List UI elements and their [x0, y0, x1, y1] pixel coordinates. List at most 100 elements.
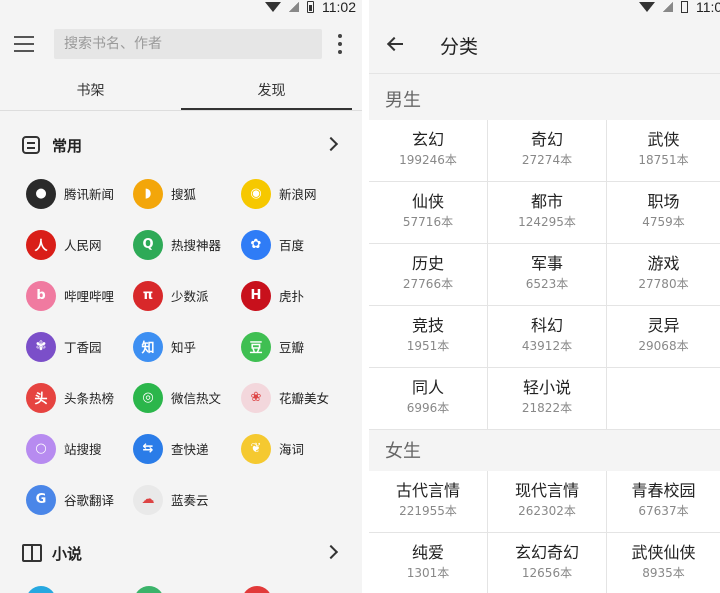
category-count: 57716本 — [402, 215, 454, 229]
category-cell[interactable]: 纯爱 1301本 — [369, 533, 488, 593]
category-name: 玄幻 — [411, 130, 444, 149]
signal-icon — [663, 2, 673, 12]
site-item[interactable]: ◗ 搜狐 — [107, 168, 215, 219]
category-name: 历史 — [411, 254, 444, 273]
category-count: 21822本 — [521, 401, 573, 415]
male-heading: 男生 — [385, 90, 421, 111]
site-item[interactable]: H 虎扑 — [215, 270, 322, 321]
signal-icon — [289, 2, 299, 12]
partial-logo-icon[interactable] — [26, 586, 56, 593]
category-count: 27274本 — [521, 153, 573, 167]
zhihu-icon: 知 — [133, 331, 163, 362]
section-novel[interactable]: 小说 — [0, 538, 362, 568]
category-cell[interactable]: 游戏 27780本 — [607, 244, 720, 305]
back-arrow-icon[interactable] — [387, 36, 403, 52]
google-translate-icon: G — [26, 484, 56, 515]
category-cell[interactable]: 仙侠 57716本 — [369, 182, 488, 243]
category-name: 奇幻 — [530, 130, 563, 149]
search-input[interactable] — [54, 29, 322, 59]
site-item[interactable]: 头头条热榜 — [0, 372, 114, 423]
category-count: 67637本 — [638, 504, 689, 518]
category-count: 1951本 — [406, 339, 450, 353]
status-bar: 11:02 — [265, 0, 356, 15]
category-cell[interactable]: 武侠仙侠 8935本 — [607, 533, 720, 593]
site-item[interactable]: π 少数派 — [107, 270, 215, 321]
chevron-right-icon[interactable] — [323, 544, 339, 560]
site-item[interactable]: ◎ 微信热文 — [107, 372, 221, 423]
site-item[interactable]: Q 热搜神器 — [107, 219, 221, 270]
site-item[interactable]: ○ 站搜搜 — [0, 423, 107, 474]
site-label: 热搜神器 — [171, 238, 222, 253]
section-common[interactable]: 常用 — [0, 130, 362, 160]
category-cell[interactable]: 历史 27766本 — [369, 244, 488, 305]
chevron-right-icon[interactable] — [323, 136, 339, 152]
site-item[interactable]: ◉ 新浪网 — [215, 168, 322, 219]
clove-flower-icon: ✾ — [26, 331, 56, 362]
site-label: 百度 — [279, 238, 305, 253]
category-name: 武侠 — [647, 130, 680, 149]
site-label: 蓝奏云 — [171, 493, 209, 508]
page-title: 分类 — [440, 36, 479, 58]
site-item[interactable]: ❦ 海词 — [215, 423, 322, 474]
site-item[interactable]: ✿ 百度 — [215, 219, 322, 270]
category-row: 历史 27766本 军事 6523本 游戏 27780本 — [369, 244, 720, 306]
petal-icon: ❀ — [241, 382, 271, 413]
site-item[interactable]: 豆豆瓣 — [215, 321, 322, 372]
tab-discover[interactable]: 发现 — [181, 76, 362, 110]
site-item[interactable]: b 哔哩哔哩 — [0, 270, 114, 321]
doc-icon — [22, 136, 40, 154]
category-cell[interactable]: 都市 124295本 — [488, 182, 607, 243]
tab-bookshelf[interactable]: 书架 — [0, 76, 181, 110]
site-row: b 哔哩哔哩 π 少数派 H 虎扑 — [0, 270, 362, 321]
site-row: ✾ 丁香园知知乎豆豆瓣 — [0, 321, 362, 372]
category-cell[interactable]: 军事 6523本 — [488, 244, 607, 305]
category-count: 27766本 — [402, 277, 454, 291]
category-cell[interactable]: 竞技 1951本 — [369, 306, 488, 367]
partial-logo-icon[interactable] — [242, 586, 272, 593]
site-label: 微信热文 — [171, 391, 222, 406]
site-item[interactable]: ⇆ 查快递 — [107, 423, 215, 474]
category-name: 都市 — [530, 192, 563, 211]
site-item[interactable]: ● 腾讯新闻 — [0, 168, 114, 219]
tabs-divider — [0, 110, 362, 111]
category-name: 同人 — [411, 378, 444, 397]
category-cell[interactable]: 灵异 29068本 — [607, 306, 720, 367]
category-count: 221955本 — [399, 504, 457, 518]
site-item[interactable]: G 谷歌翻译 — [0, 474, 114, 525]
category-cell[interactable]: 同人 6996本 — [369, 368, 488, 429]
site-item[interactable]: 人人民网 — [0, 219, 107, 270]
discover-pane: 11:02 书架 发现 常用 ●腾讯新闻 ◗ 搜狐 ◉ 新浪网人人民网 Q 热搜神器 ✿ 百度 b… — [0, 0, 362, 593]
category-count: 18751本 — [638, 153, 689, 167]
category-row: 纯爱 1301本 玄幻奇幻 12656本 武侠仙侠 8935本 — [369, 533, 720, 593]
category-cell[interactable]: 轻小说 21822本 — [488, 368, 607, 429]
site-label: 丁香园 — [64, 340, 102, 355]
category-cell[interactable]: 奇幻 27274本 — [488, 120, 607, 181]
category-grid: 古代言情 221955本 现代言情 262302本 青春校园 67637本纯爱 1301本 玄… — [369, 471, 720, 593]
site-item[interactable]: ❀ 花瓣美女 — [215, 372, 329, 423]
more-options-icon[interactable] — [336, 34, 344, 54]
category-name: 古代言情 — [395, 481, 460, 500]
category-row: 玄幻 199246本 奇幻 27274本 武侠 18751本 — [369, 120, 720, 182]
category-cell[interactable]: 古代言情 221955本 — [369, 471, 488, 532]
category-name: 青春校园 — [631, 481, 696, 500]
category-name: 竞技 — [411, 316, 444, 335]
site-item[interactable]: ✾ 丁香园 — [0, 321, 107, 372]
site-item[interactable]: 知知乎 — [107, 321, 215, 372]
category-cell[interactable]: 科幻 43912本 — [488, 306, 607, 367]
category-name: 现代言情 — [514, 481, 579, 500]
truck-icon: ⇆ — [133, 433, 163, 464]
category-cell[interactable]: 玄幻奇幻 12656本 — [488, 533, 607, 593]
site-item[interactable]: ☁ 蓝奏云 — [107, 474, 215, 525]
penguin-icon: ● — [26, 178, 56, 209]
category-cell[interactable]: 玄幻 199246本 — [369, 120, 488, 181]
category-name: 武侠仙侠 — [631, 543, 696, 562]
category-cell[interactable]: 职场 4759本 — [607, 182, 720, 243]
category-count: 29068本 — [638, 339, 689, 353]
battery-icon — [307, 1, 314, 13]
partial-logo-icon[interactable] — [134, 586, 164, 593]
menu-icon[interactable] — [14, 36, 34, 52]
category-cell[interactable]: 青春校园 67637本 — [607, 471, 720, 532]
category-count: 124295本 — [518, 215, 576, 229]
category-cell[interactable]: 武侠 18751本 — [607, 120, 720, 181]
category-cell[interactable]: 现代言情 262302本 — [488, 471, 607, 532]
